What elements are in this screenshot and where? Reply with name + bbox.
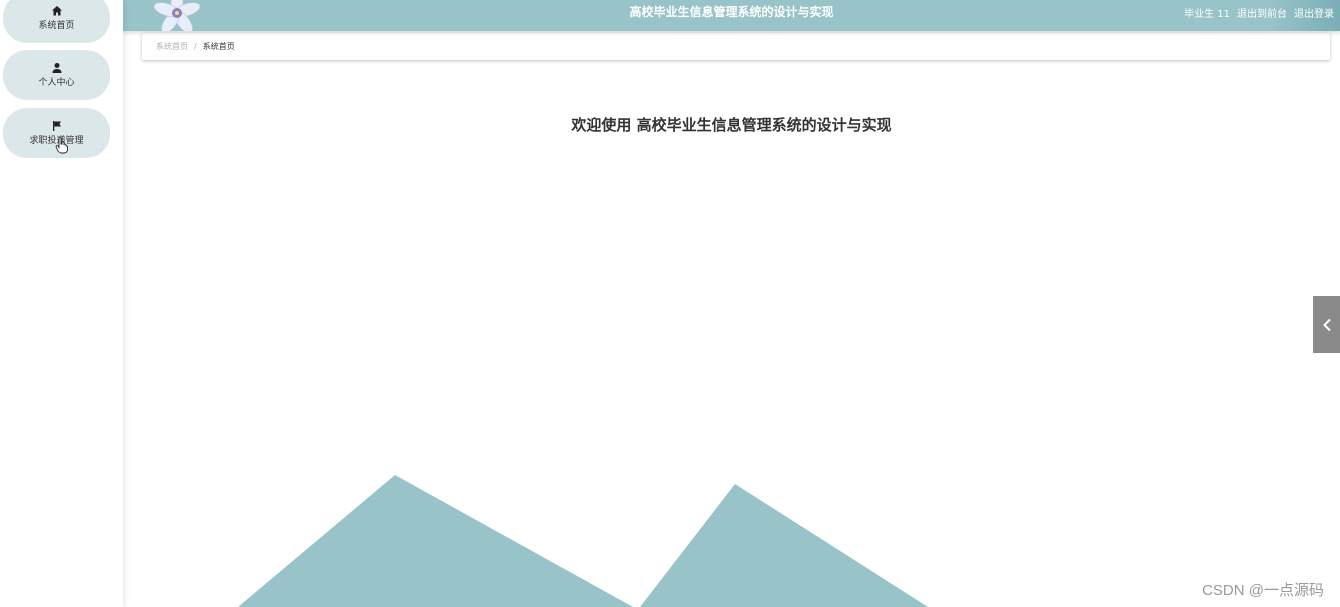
sidebar-item-label: 系统首页 bbox=[38, 20, 75, 31]
header-user-actions: 毕业生 11 退出到前台 退出登录 bbox=[1184, 0, 1334, 24]
welcome-heading: 欢迎使用 高校毕业生信息管理系统的设计与实现 bbox=[571, 116, 892, 134]
watermark: CSDN @一点源码 bbox=[1202, 582, 1324, 599]
flag-icon bbox=[52, 120, 61, 131]
current-user: 毕业生 11 bbox=[1184, 8, 1230, 20]
sidebar-item-personal-center[interactable]: 个人中心 bbox=[3, 50, 110, 100]
sidebar-item-label: 个人中心 bbox=[38, 77, 75, 88]
home-icon bbox=[51, 5, 62, 15]
site-title: 高校毕业生信息管理系统的设计与实现 bbox=[629, 5, 834, 19]
breadcrumb: 系统首页 / 系统首页 bbox=[142, 33, 1330, 60]
logout-link[interactable]: 退出登录 bbox=[1294, 5, 1334, 20]
sidebar-item-home[interactable]: 系统首页 bbox=[3, 0, 110, 43]
mountain-decoration bbox=[238, 475, 928, 607]
breadcrumb-current: 系统首页 bbox=[202, 42, 235, 51]
breadcrumb-separator: / bbox=[194, 42, 197, 51]
breadcrumb-home-link[interactable]: 系统首页 bbox=[156, 41, 188, 52]
hand-cursor-icon bbox=[55, 136, 68, 154]
sidebar: 系统首页 个人中心 求职投递管理 bbox=[0, 0, 123, 607]
chevron-left-icon bbox=[1322, 318, 1331, 331]
app-root: 系统首页 个人中心 求职投递管理 高校毕业生信息管理系统的设计与实现 毕业生 1… bbox=[0, 0, 1340, 607]
back-to-front-link[interactable]: 退出到前台 bbox=[1237, 5, 1287, 20]
panel-toggle-button[interactable] bbox=[1313, 296, 1340, 353]
top-header: 高校毕业生信息管理系统的设计与实现 毕业生 11 退出到前台 退出登录 bbox=[123, 0, 1340, 31]
user-icon bbox=[52, 62, 61, 73]
